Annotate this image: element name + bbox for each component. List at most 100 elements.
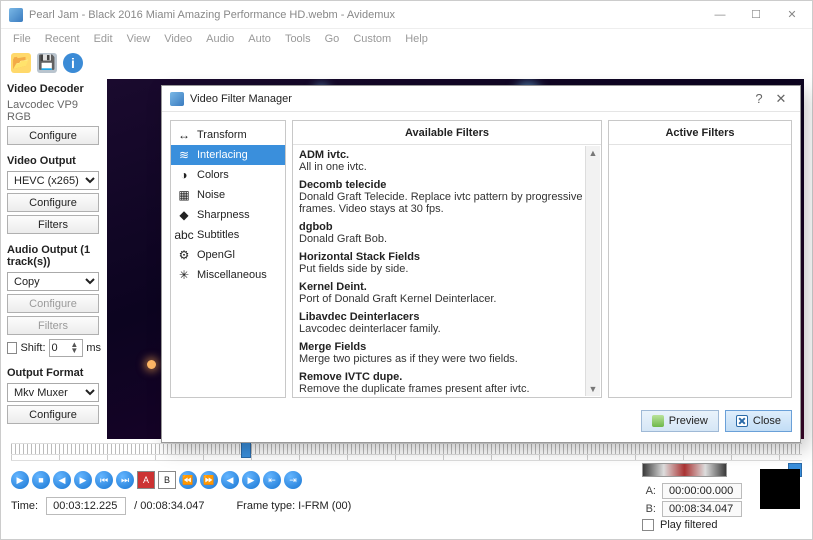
play-filtered-checkbox[interactable]	[642, 519, 654, 531]
category-list: ↔Transform≋Interlacing ◑ Colors ▦Noise◆Shar…	[170, 120, 286, 398]
category-label: Sharpness	[197, 209, 250, 221]
menu-item[interactable]: View	[121, 31, 157, 47]
filter-item[interactable]: Kernel Deint.Port of Donald Graft Kernel…	[299, 281, 599, 305]
window-title: Pearl Jam - Black 2016 Miami Amazing Per…	[29, 9, 702, 21]
toolbar: 📂 💾 i	[1, 49, 812, 77]
dialog-close-button[interactable]: ✕	[770, 91, 792, 107]
interlacing-icon: ≋	[177, 148, 191, 162]
menu-item[interactable]: Recent	[39, 31, 86, 47]
audio-configure-button: Configure	[7, 294, 99, 313]
audio-output-select[interactable]: Copy	[7, 272, 99, 291]
menu-item[interactable]: Audio	[200, 31, 240, 47]
available-filters-list[interactable]: ▲▼ ADM ivtc.All in one ivtc. Decomb telec…	[293, 145, 601, 397]
category-interlacing[interactable]: ≋Interlacing	[171, 145, 285, 165]
video-output-configure-button[interactable]: Configure	[7, 193, 99, 212]
frame-type-label: Frame type: I-FRM (00)	[236, 500, 351, 512]
stop-button[interactable]: ■	[32, 471, 50, 489]
menu-item[interactable]: Video	[158, 31, 198, 47]
app-icon	[9, 8, 23, 22]
filter-item[interactable]: Libavdec DeinterlacersLavcodec deinterla…	[299, 311, 599, 335]
set-a-button[interactable]: A	[137, 471, 155, 489]
goto-a-button[interactable]: ⇤	[263, 471, 281, 489]
category-sharpness[interactable]: ◆Sharpness	[171, 205, 285, 225]
menu-item[interactable]: Edit	[88, 31, 119, 47]
category-label: Colors	[197, 169, 229, 181]
filter-name: Libavdec Deinterlacers	[299, 311, 583, 323]
miscellaneous-icon: ✳	[177, 268, 191, 282]
category-colors[interactable]: ◑ Colors	[171, 165, 285, 185]
filter-item[interactable]: dgbobDonald Graft Bob.	[299, 221, 599, 245]
video-output-select[interactable]: HEVC (x265)	[7, 171, 99, 190]
open-icon[interactable]: 📂	[11, 53, 31, 73]
close-window-button[interactable]: ✕	[774, 2, 810, 28]
mark-a-label: A:	[642, 485, 656, 497]
mark-a-value: 00:00:00.000	[662, 483, 742, 499]
menu-item[interactable]: File	[7, 31, 37, 47]
menu-item[interactable]: Custom	[347, 31, 397, 47]
preview-icon	[652, 415, 664, 427]
category-subtitles[interactable]: abcSubtitles	[171, 225, 285, 245]
output-format-select[interactable]: Mkv Muxer	[7, 383, 99, 402]
filter-desc: Merge two pictures as if they were two f…	[299, 353, 583, 365]
forward-button[interactable]: ⏩	[200, 471, 218, 489]
output-format-configure-button[interactable]: Configure	[7, 405, 99, 424]
decoder-configure-button[interactable]: Configure	[7, 126, 99, 145]
transform-icon: ↔	[177, 128, 191, 142]
next-frame-button[interactable]: ▶	[74, 471, 92, 489]
filter-item[interactable]: ADM ivtc.All in one ivtc.	[299, 149, 599, 173]
info-icon[interactable]: i	[63, 53, 83, 73]
category-noise[interactable]: ▦Noise	[171, 185, 285, 205]
prev-keyframe-button[interactable]: ⏮	[95, 471, 113, 489]
next-black-button[interactable]: ▶	[242, 471, 260, 489]
menubar: File Recent Edit View Video Audio Auto T…	[1, 29, 812, 49]
dialog-help-button[interactable]: ?	[748, 91, 770, 106]
shift-spinner[interactable]: 0▲▼	[49, 339, 84, 357]
close-button[interactable]: Close	[725, 410, 792, 432]
filter-name: Kernel Deint.	[299, 281, 583, 293]
menu-item[interactable]: Auto	[242, 31, 277, 47]
prev-black-button[interactable]: ◀	[221, 471, 239, 489]
minimize-button[interactable]: —	[702, 2, 738, 28]
filter-item[interactable]: Horizontal Stack FieldsPut fields side b…	[299, 251, 599, 275]
filter-desc: Remove the duplicate frames present afte…	[299, 383, 583, 395]
play-filtered-label: Play filtered	[660, 519, 717, 531]
prev-frame-button[interactable]: ◀	[53, 471, 71, 489]
dialog-title: Video Filter Manager	[190, 93, 292, 105]
active-filters-heading: Active Filters	[609, 121, 791, 145]
video-decoder-value: Lavcodec VP9 RGB	[7, 99, 101, 123]
shift-checkbox[interactable]	[7, 342, 17, 354]
play-button[interactable]: ▶	[11, 471, 29, 489]
menu-item[interactable]: Help	[399, 31, 434, 47]
preview-button[interactable]: Preview	[641, 410, 719, 432]
category-label: OpenGl	[197, 249, 235, 261]
menu-item[interactable]: Go	[319, 31, 346, 47]
filter-name: Merge Fields	[299, 341, 583, 353]
set-b-button[interactable]: B	[158, 471, 176, 489]
filter-name: Remove IVTC dupe.	[299, 371, 583, 383]
preview-thumb	[760, 469, 800, 509]
maximize-button[interactable]: ☐	[738, 2, 774, 28]
category-label: Noise	[197, 189, 225, 201]
filter-item[interactable]: Merge FieldsMerge two pictures as if the…	[299, 341, 599, 365]
video-output-filters-button[interactable]: Filters	[7, 215, 99, 234]
goto-b-button[interactable]: ⇥	[284, 471, 302, 489]
subtitles-icon: abc	[177, 228, 191, 242]
filter-desc: Port of Donald Graft Kernel Deinterlacer…	[299, 293, 583, 305]
category-transform[interactable]: ↔Transform	[171, 125, 285, 145]
filter-item[interactable]: Decomb telecideDonald Graft Telecide. Re…	[299, 179, 599, 215]
save-icon[interactable]: 💾	[37, 53, 57, 73]
category-opengl[interactable]: ⚙OpenGl	[171, 245, 285, 265]
active-filters-list[interactable]	[609, 145, 791, 397]
rewind-button[interactable]: ⏪	[179, 471, 197, 489]
next-keyframe-button[interactable]: ⏭	[116, 471, 134, 489]
filter-item[interactable]: Remove IVTC dupe.Remove the duplicate fr…	[299, 371, 599, 395]
scrollbar[interactable]: ▲▼	[585, 146, 600, 396]
video-filter-manager-dialog: Video Filter Manager ? ✕ ↔Transform≋Inte…	[161, 85, 801, 443]
category-miscellaneous[interactable]: ✳Miscellaneous	[171, 265, 285, 285]
menu-item[interactable]: Tools	[279, 31, 317, 47]
filter-desc: Put fields side by side.	[299, 263, 583, 275]
filter-desc: Donald Graft Telecide. Replace ivtc patt…	[299, 191, 583, 215]
output-format-heading: Output Format	[7, 367, 101, 379]
colors-icon: ◑	[177, 168, 191, 182]
time-field[interactable]: 00:03:12.225	[46, 497, 126, 515]
